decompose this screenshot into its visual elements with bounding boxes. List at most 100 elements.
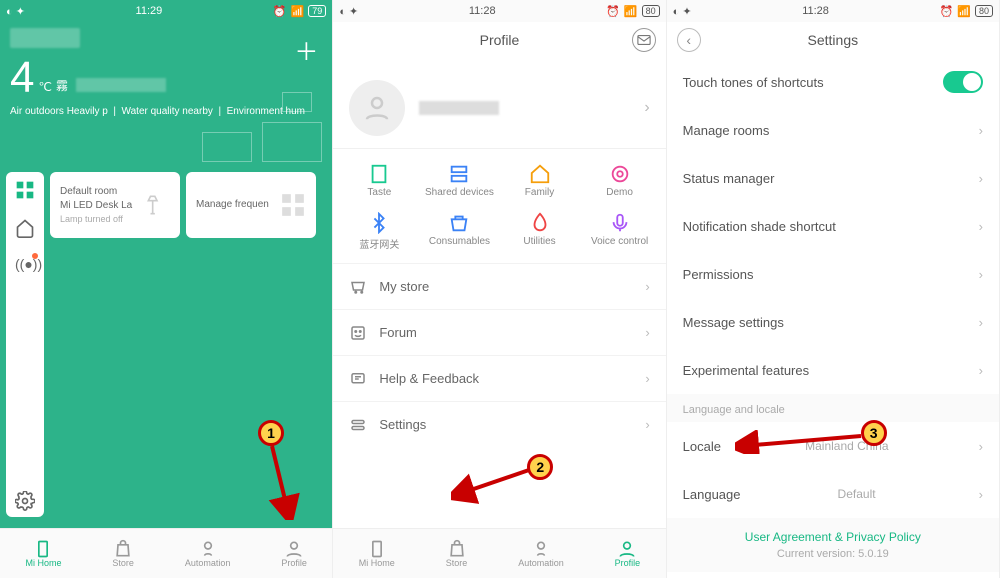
mail-icon: [637, 35, 651, 45]
demo-icon: [609, 163, 631, 183]
battery-level: 79: [308, 5, 326, 17]
setting-status-manager[interactable]: Status manager›: [667, 154, 999, 202]
card-room: Default room: [60, 185, 132, 199]
settings-footer: User Agreement & Privacy Policy Current …: [667, 518, 999, 572]
status-bar: ◐ ✦ 11:28 ⏰📶80: [667, 0, 999, 22]
bag-icon: [113, 539, 133, 557]
setting-touch-tones[interactable]: Touch tones of shortcuts: [667, 58, 999, 106]
messages-button[interactable]: [632, 28, 656, 52]
menu-settings[interactable]: Settings›: [333, 401, 665, 447]
nav-label: Mi Home: [359, 558, 395, 568]
toggle-touch-tones[interactable]: [943, 71, 983, 93]
nav-profile[interactable]: Profile: [281, 539, 307, 568]
setting-experimental[interactable]: Experimental features›: [667, 346, 999, 394]
status-bar: ◐ ✦ 11:28 ⏰📶80: [333, 0, 665, 22]
status-time: 11:28: [469, 5, 496, 17]
nav-automation[interactable]: Automation: [185, 539, 231, 568]
menu-mystore[interactable]: My store›: [333, 263, 665, 309]
nav-profile[interactable]: Profile: [615, 539, 641, 568]
broadcast-icon[interactable]: ((●)): [15, 256, 35, 274]
home-content: ((●)) Default room Mi LED Desk La Lamp t…: [0, 172, 332, 528]
lamp-icon: [144, 192, 170, 218]
grid-view-icon[interactable]: [15, 180, 35, 198]
setting-message-settings[interactable]: Message settings›: [667, 298, 999, 346]
feature-consumables[interactable]: Consumables: [419, 212, 499, 251]
version-text: Current version: 5.0.19: [667, 548, 999, 560]
feature-grid: Taste Shared devices Family Demo 蓝牙网关 Co…: [333, 148, 665, 263]
screen-mihome: ◐ ✦ 11:29 ⏰ 📶 79 ＋ 4 ℃ 霧 Air outdoors He…: [0, 0, 333, 578]
chevron-right-icon: ›: [644, 99, 649, 117]
legal-link[interactable]: User Agreement & Privacy Policy: [667, 530, 999, 544]
nav-label: Automation: [185, 558, 231, 568]
nav-store[interactable]: Store: [112, 539, 134, 568]
alarm-icon: ⏰: [606, 5, 620, 18]
profile-name-blurred: [419, 101, 499, 115]
feature-bluetooth[interactable]: 蓝牙网关: [339, 212, 419, 251]
screen-settings: ◐ ✦ 11:28 ⏰📶80 ‹ Settings Touch tones of…: [667, 0, 1000, 578]
menu-forum[interactable]: Forum›: [333, 309, 665, 355]
chevron-right-icon: ›: [979, 219, 983, 234]
section-language-locale: Language and locale: [667, 394, 999, 422]
nav-mihome[interactable]: Mi Home: [25, 539, 61, 568]
feature-shared[interactable]: Shared devices: [419, 163, 499, 198]
feature-voice[interactable]: Voice control: [580, 212, 660, 251]
utilities-icon: [529, 212, 551, 232]
profile-row[interactable]: ›: [333, 68, 665, 148]
chevron-right-icon: ›: [645, 279, 649, 294]
nav-automation[interactable]: Automation: [518, 539, 564, 568]
device-card-manage[interactable]: Manage frequen: [186, 172, 316, 238]
battery-level: 80: [975, 5, 993, 17]
status-time: 11:28: [802, 5, 829, 17]
bottom-nav: Mi Home Store Automation Profile: [0, 528, 332, 578]
nav-label: Profile: [281, 558, 307, 568]
add-device-button[interactable]: ＋: [294, 32, 318, 67]
chevron-right-icon: ›: [979, 363, 983, 378]
chevron-right-icon: ›: [645, 417, 649, 432]
forum-icon: [349, 324, 367, 342]
setting-manage-rooms[interactable]: Manage rooms›: [667, 106, 999, 154]
home-header: ＋ 4 ℃ 霧 Air outdoors Heavily p | Water q…: [0, 22, 332, 172]
chevron-right-icon: ›: [979, 315, 983, 330]
home-icon[interactable]: [15, 218, 35, 236]
nav-label: Automation: [518, 558, 564, 568]
alarm-icon: ⏰: [940, 5, 954, 18]
appliance-illustration: [202, 92, 322, 162]
person-icon: [362, 93, 392, 123]
consumables-icon: [448, 212, 470, 232]
language-value: Default: [838, 487, 876, 501]
chevron-right-icon: ›: [979, 439, 983, 454]
nav-label: Mi Home: [25, 558, 61, 568]
setting-language[interactable]: Language Default ›: [667, 470, 999, 518]
page-title: Settings: [808, 32, 859, 48]
chevron-left-icon: ‹: [686, 32, 691, 48]
card-status: Lamp turned off: [60, 213, 132, 226]
setting-permissions[interactable]: Permissions›: [667, 250, 999, 298]
setting-notif-shortcut[interactable]: Notification shade shortcut›: [667, 202, 999, 250]
weather-blurred: [76, 78, 166, 92]
feature-utilities[interactable]: Utilities: [499, 212, 579, 251]
annotation-step-1: 1: [258, 420, 284, 446]
grid-icon: [280, 192, 306, 218]
device-card-default-room[interactable]: Default room Mi LED Desk La Lamp turned …: [50, 172, 180, 238]
nav-label: Profile: [615, 558, 641, 568]
menu-help[interactable]: Help & Feedback›: [333, 355, 665, 401]
cart-icon: [349, 278, 367, 296]
weather-char: 霧: [56, 77, 68, 94]
feature-demo[interactable]: Demo: [580, 163, 660, 198]
settings-list: Touch tones of shortcuts Manage rooms› S…: [667, 58, 999, 578]
alarm-icon: ⏰: [273, 5, 287, 18]
feature-taste[interactable]: Taste: [339, 163, 419, 198]
setting-locale[interactable]: Locale Mainland China ›: [667, 422, 999, 470]
nav-mihome[interactable]: Mi Home: [359, 539, 395, 568]
automation-icon: [198, 539, 218, 557]
back-button[interactable]: ‹: [677, 28, 701, 52]
chevron-right-icon: ›: [979, 123, 983, 138]
chevron-right-icon: ›: [979, 487, 983, 502]
battery-level: 80: [642, 5, 660, 17]
nav-store[interactable]: Store: [446, 539, 468, 568]
feature-family[interactable]: Family: [499, 163, 579, 198]
gear-icon[interactable]: [15, 491, 35, 509]
card-device: Mi LED Desk La: [60, 199, 132, 213]
chevron-right-icon: ›: [645, 325, 649, 340]
bottom-nav: Mi Home Store Automation Profile: [333, 528, 665, 578]
